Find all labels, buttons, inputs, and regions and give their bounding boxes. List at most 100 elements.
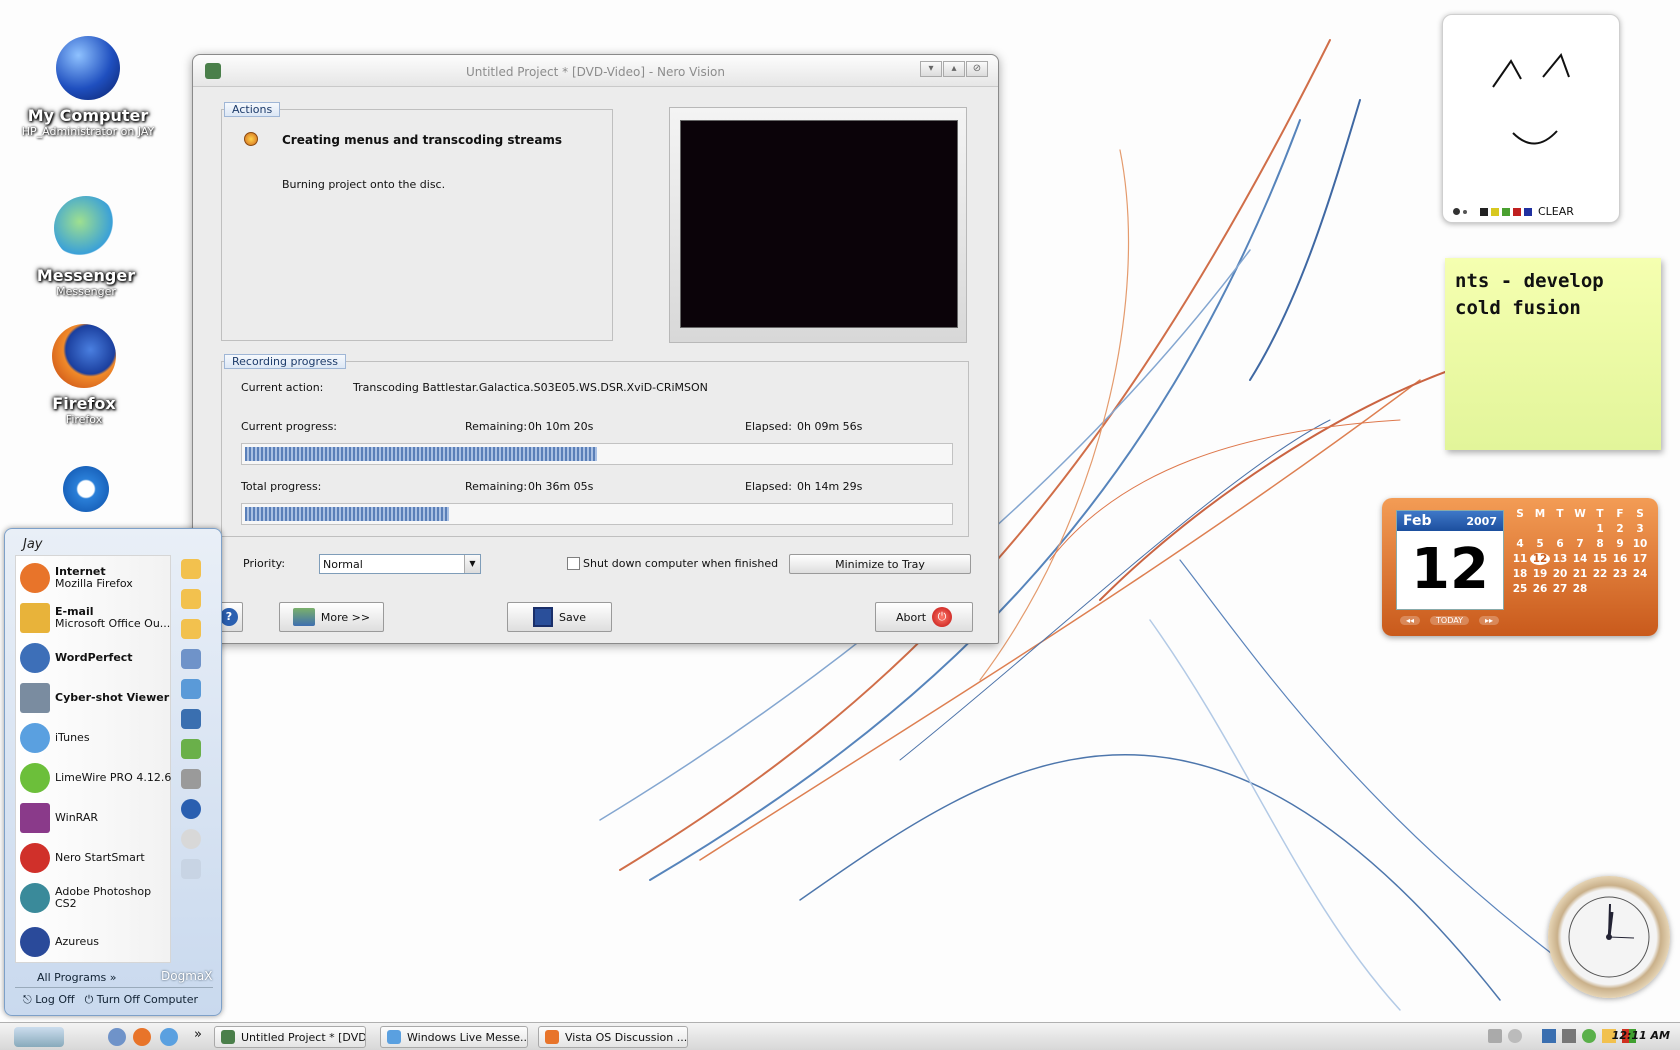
- brush-size-icon[interactable]: [1463, 209, 1467, 214]
- sketch-widget[interactable]: CLEAR: [1442, 14, 1620, 223]
- calendar-day-cell[interactable]: 23: [1610, 568, 1630, 580]
- sticky-note[interactable]: nts - develop cold fusion: [1445, 258, 1661, 450]
- color-swatch-black[interactable]: [1480, 207, 1488, 216]
- start-item-itunes[interactable]: iTunes: [20, 720, 172, 756]
- tray-messenger-icon[interactable]: [1582, 1029, 1596, 1043]
- calendar-day-cell[interactable]: 22: [1590, 568, 1610, 580]
- computer-icon[interactable]: [181, 649, 201, 669]
- folder-icon[interactable]: [181, 589, 201, 609]
- calendar-day-cell[interactable]: 5: [1530, 538, 1550, 550]
- folder-icon[interactable]: [181, 619, 201, 639]
- current-progress-fill: [245, 447, 597, 461]
- save-button[interactable]: Save: [507, 602, 612, 632]
- taskbar-button-firefox[interactable]: Vista OS Discussion ...: [538, 1026, 688, 1048]
- calendar-day-cell[interactable]: 17: [1630, 553, 1650, 565]
- start-item-wordperfect[interactable]: WordPerfect: [20, 640, 172, 676]
- desktop-icon-messenger[interactable]: Messenger Messenger: [0, 196, 172, 298]
- calendar-day-cell[interactable]: 8: [1590, 538, 1610, 550]
- folder-icon[interactable]: [181, 559, 201, 579]
- outlook-icon: [20, 603, 50, 633]
- tray-pen-icon[interactable]: [1488, 1029, 1502, 1043]
- help-icon[interactable]: [181, 799, 201, 819]
- start-button[interactable]: [14, 1027, 64, 1047]
- start-item-nero-startsmart[interactable]: Nero StartSmart: [20, 840, 172, 876]
- calendar-day-cell[interactable]: 19: [1530, 568, 1550, 580]
- calendar-day-cell[interactable]: 27: [1550, 583, 1570, 595]
- calendar-day-cell[interactable]: 4: [1510, 538, 1530, 550]
- calendar-day-cell[interactable]: 3: [1630, 523, 1650, 535]
- calendar-day-cell[interactable]: 15: [1590, 553, 1610, 565]
- taskbar-button-nero[interactable]: Untitled Project * [DVD...: [214, 1026, 366, 1048]
- start-item-internet[interactable]: Internet Mozilla Firefox: [20, 560, 172, 596]
- calendar-day-cell[interactable]: 14: [1570, 553, 1590, 565]
- prev-month-button[interactable]: ◂◂: [1400, 616, 1421, 625]
- tray-network-icon[interactable]: [1542, 1029, 1556, 1043]
- start-item-limewire[interactable]: LimeWire PRO 4.12.6: [20, 760, 172, 796]
- network-icon[interactable]: [181, 679, 201, 699]
- search-icon[interactable]: [181, 829, 201, 849]
- calendar-day-cell[interactable]: 25: [1510, 583, 1530, 595]
- color-swatch-green[interactable]: [1502, 207, 1510, 216]
- all-programs-button[interactable]: All Programs »: [37, 971, 117, 984]
- printer-icon[interactable]: [181, 769, 201, 789]
- minimize-button[interactable]: ▾: [920, 61, 942, 77]
- calendar-day-cell[interactable]: 10: [1630, 538, 1650, 550]
- start-item-cybershot[interactable]: Cyber-shot Viewer: [20, 680, 172, 716]
- color-swatch-blue[interactable]: [1524, 207, 1532, 216]
- calendar-day-cell[interactable]: 12: [1530, 553, 1550, 565]
- more-button[interactable]: More >>: [279, 602, 384, 632]
- calendar-day-cell[interactable]: 2: [1610, 523, 1630, 535]
- calendar-day-cell[interactable]: 9: [1610, 538, 1630, 550]
- programs-icon[interactable]: [181, 739, 201, 759]
- calendar-day-cell[interactable]: 13: [1550, 553, 1570, 565]
- calendar-day-cell[interactable]: 24: [1630, 568, 1650, 580]
- maximize-button[interactable]: ▴: [943, 61, 965, 77]
- desktop-icon-internet-explorer[interactable]: [0, 466, 172, 512]
- start-item-azureus[interactable]: Azureus: [20, 924, 172, 960]
- calendar-day-cell[interactable]: 11: [1510, 553, 1530, 565]
- calendar-day-cell[interactable]: 26: [1530, 583, 1550, 595]
- color-swatch-yellow[interactable]: [1491, 207, 1499, 216]
- color-swatch-red[interactable]: [1513, 207, 1521, 216]
- desktop-icon-my-computer[interactable]: My Computer HP_Administrator on JAY: [2, 36, 174, 138]
- calendar-day-cell[interactable]: 18: [1510, 568, 1530, 580]
- calendar-day-cell[interactable]: 6: [1550, 538, 1570, 550]
- run-icon[interactable]: [181, 859, 201, 879]
- start-item-email[interactable]: E-mail Microsoft Office Ou...: [20, 600, 172, 636]
- shutdown-checkbox[interactable]: [567, 557, 580, 570]
- quicklaunch-messenger-icon[interactable]: [160, 1028, 178, 1046]
- today-button[interactable]: TODAY: [1430, 616, 1469, 625]
- nero-app-icon: [221, 1030, 235, 1044]
- turn-off-button[interactable]: ⏻ Turn Off Computer: [85, 993, 198, 1007]
- chevron-down-icon[interactable]: ▼: [464, 555, 480, 573]
- tray-arrow-icon[interactable]: [1508, 1029, 1522, 1043]
- globe-icon: [56, 36, 120, 100]
- control-panel-icon[interactable]: [181, 709, 201, 729]
- minimize-to-tray-button[interactable]: Minimize to Tray: [789, 554, 971, 574]
- quicklaunch-firefox-icon[interactable]: [133, 1028, 151, 1046]
- abort-button[interactable]: Abort ⏻: [875, 602, 973, 632]
- desktop-icon-firefox[interactable]: Firefox Firefox: [0, 324, 170, 426]
- calendar-day-cell[interactable]: 20: [1550, 568, 1570, 580]
- close-button[interactable]: ⊘: [966, 61, 988, 77]
- priority-select[interactable]: Normal ▼: [319, 554, 481, 574]
- start-item-photoshop[interactable]: Adobe Photoshop CS2: [20, 880, 172, 916]
- clear-button[interactable]: CLEAR: [1538, 205, 1574, 218]
- brush-size-icon[interactable]: [1453, 208, 1460, 215]
- next-action-step: Burning project onto the disc.: [282, 178, 446, 191]
- quicklaunch-overflow-icon[interactable]: »: [194, 1027, 202, 1042]
- window-titlebar[interactable]: Untitled Project * [DVD-Video] - Nero Vi…: [193, 55, 998, 87]
- taskbar-button-messenger[interactable]: Windows Live Messe...: [380, 1026, 528, 1048]
- calendar-day-cell[interactable]: 28: [1570, 583, 1590, 595]
- calendar-day-cell[interactable]: 21: [1570, 568, 1590, 580]
- calendar-day-cell[interactable]: 1: [1590, 523, 1610, 535]
- tray-volume-icon[interactable]: [1562, 1029, 1576, 1043]
- quicklaunch-desktop-icon[interactable]: [108, 1028, 126, 1046]
- start-menu-user: Jay: [23, 537, 43, 552]
- taskbar-clock[interactable]: 12:11 AM: [1612, 1029, 1670, 1042]
- next-month-button[interactable]: ▸▸: [1478, 616, 1500, 625]
- calendar-day-cell[interactable]: 16: [1610, 553, 1630, 565]
- calendar-day-cell[interactable]: 7: [1570, 538, 1590, 550]
- start-item-winrar[interactable]: WinRAR: [20, 800, 172, 836]
- log-off-button[interactable]: ⎋ Log Off: [23, 993, 75, 1007]
